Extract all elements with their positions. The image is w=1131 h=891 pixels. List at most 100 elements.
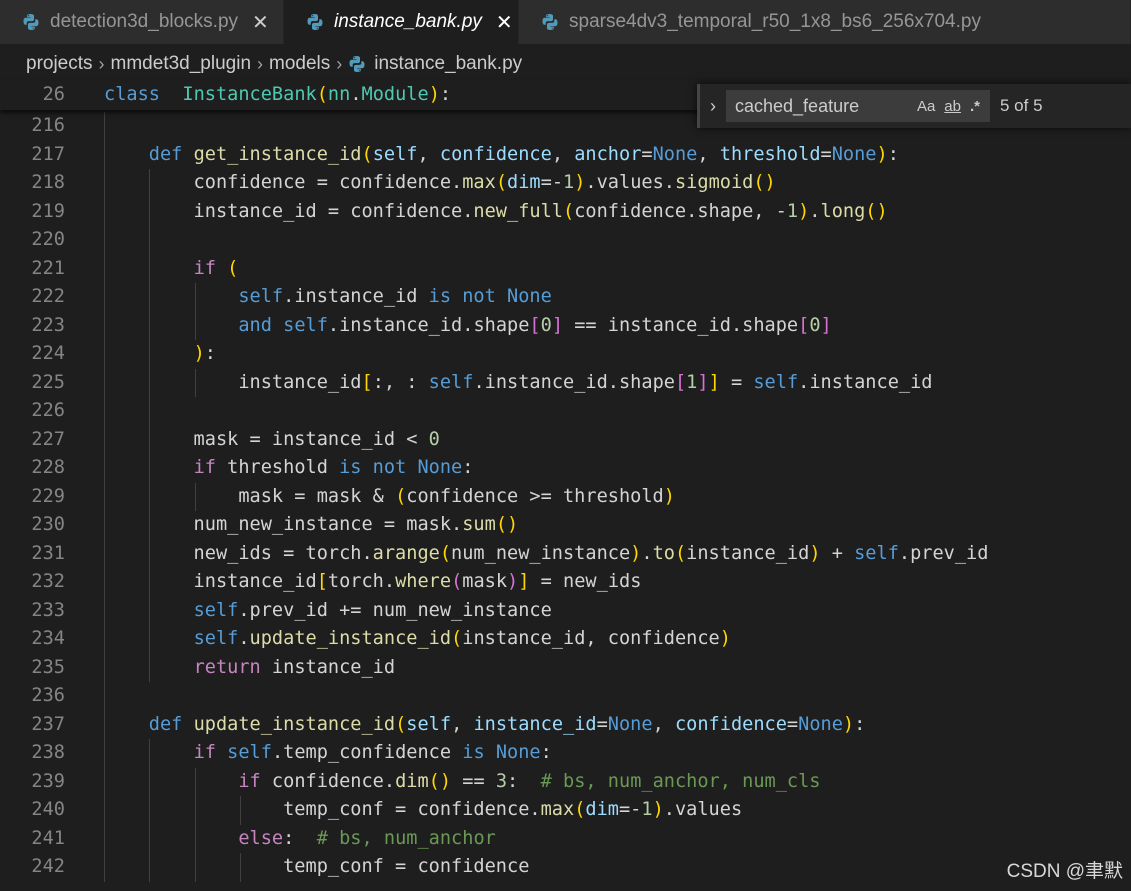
code-text: and self.instance_id.shape[0] == instanc… (238, 314, 832, 336)
tab-detection3d-blocks[interactable]: detection3d_blocks.py ✕ (0, 0, 284, 44)
code-line[interactable]: 238 if self.temp_confidence is None: (0, 739, 1131, 768)
code-text: num_new_instance = mask.sum() (104, 514, 519, 535)
close-icon[interactable]: ✕ (252, 10, 269, 35)
code-line[interactable]: 230 num_new_instance = mask.sum() (0, 511, 1131, 540)
code-line[interactable]: 232 instance_id[torch.where(mask)] = new… (0, 568, 1131, 597)
line-number: 222 (31, 286, 65, 307)
code-text: self.instance_id is not None (238, 286, 552, 307)
code-text: new_ids = torch.arange(num_new_instance)… (104, 542, 989, 564)
line-number: 230 (31, 514, 65, 535)
code-line[interactable]: 236 (0, 682, 1131, 711)
line-number: 242 (31, 856, 65, 877)
code-line[interactable]: 224 ): (0, 340, 1131, 369)
code-line[interactable]: 234 self.update_instance_id(instance_id,… (0, 625, 1131, 654)
code-text: confidence = confidence.max(dim=-1).valu… (104, 172, 776, 193)
use-regex-icon[interactable]: .* (970, 98, 980, 115)
line-number: 232 (31, 571, 65, 592)
code-text: if confidence.dim() == 3: # bs, num_anch… (238, 770, 821, 792)
code-text: mask = instance_id < 0 (104, 428, 440, 450)
code-line[interactable]: 217 def get_instance_id(self, confidence… (0, 140, 1131, 169)
chevron-right-icon: › (336, 53, 343, 74)
indent-guide (104, 397, 105, 426)
tab-label: sparse4dv3_temporal_r50_1x8_bs6_256x704.… (569, 11, 981, 32)
code-text: def get_instance_id(self, confidence, an… (148, 143, 899, 165)
line-number: 228 (31, 457, 65, 478)
line-number: 237 (31, 713, 65, 735)
tab-label: instance_bank.py (334, 11, 482, 32)
match-whole-word-icon[interactable]: ab (944, 98, 961, 115)
breadcrumb-item-mmdet3d-plugin[interactable]: mmdet3d_plugin (111, 53, 251, 75)
close-icon[interactable]: ✕ (496, 10, 513, 35)
code-line[interactable]: 223 and self.instance_id.shape[0] == ins… (0, 311, 1131, 340)
indent-guide (149, 397, 151, 426)
breadcrumb-file-label: instance_bank.py (374, 53, 523, 74)
line-number: 227 (31, 428, 65, 450)
python-file-icon (22, 13, 40, 31)
indent-guide (149, 226, 151, 255)
code-text: mask = mask & (confidence >= threshold) (104, 485, 675, 507)
line-number: 235 (31, 656, 65, 678)
python-file-icon (348, 55, 366, 73)
line-number: 224 (31, 343, 65, 364)
code-text: if ( (193, 257, 239, 279)
code-text: self.update_instance_id(instance_id, con… (193, 628, 731, 649)
code-text: if self.temp_confidence is None: (193, 742, 552, 763)
line-number: 239 (31, 770, 65, 792)
line-number: 234 (31, 628, 65, 649)
line-number: 231 (31, 542, 65, 564)
code-text: instance_id[torch.where(mask)] = new_ids (104, 571, 642, 592)
code-editor[interactable]: 26 class InstanceBank(nn.Module): 216 217 d… (0, 81, 1131, 891)
code-line[interactable]: 237 def update_instance_id(self, instanc… (0, 710, 1131, 739)
find-match-count: 5 of 5 (1000, 96, 1043, 115)
tab-instance-bank[interactable]: instance_bank.py ✕ (284, 0, 519, 44)
line-number: 220 (31, 229, 65, 250)
code-text: instance_id = confidence.new_full(confid… (104, 200, 888, 222)
code-line[interactable]: 233 self.prev_id += num_new_instance (0, 596, 1131, 625)
tab-label: detection3d_blocks.py (50, 11, 239, 32)
match-case-icon[interactable]: Aa (917, 98, 935, 115)
code-line[interactable]: 227 mask = instance_id < 0 (0, 425, 1131, 454)
code-text: instance_id[:, : self.instance_id.shape[… (104, 371, 933, 393)
code-text: if threshold is not None: (193, 457, 474, 478)
line-number: 216 (31, 115, 65, 136)
breadcrumb: projects › mmdet3d_plugin › models › ins… (0, 44, 1131, 84)
indent-guide (104, 226, 105, 255)
breadcrumb-item-models[interactable]: models (269, 53, 330, 75)
code-text: ): (193, 343, 216, 364)
code-line[interactable]: 235 return instance_id (0, 653, 1131, 682)
code-line[interactable]: 228 if threshold is not None: (0, 454, 1131, 483)
line-number: 217 (31, 143, 65, 165)
code-line[interactable]: 219 instance_id = confidence.new_full(co… (0, 197, 1131, 226)
line-number: 226 (31, 400, 65, 421)
find-widget: › cached_feature Aa ab .* 5 of 5 (697, 84, 1131, 128)
breadcrumb-item-file[interactable]: instance_bank.py (348, 53, 522, 75)
watermark: CSDN @聿默 (1006, 861, 1123, 882)
line-number: 240 (31, 799, 65, 820)
code-line[interactable]: 225 instance_id[:, : self.instance_id.sh… (0, 368, 1131, 397)
code-text: else: # bs, num_anchor (238, 827, 496, 849)
code-text: class InstanceBank(nn.Module): (104, 84, 452, 105)
code-line[interactable]: 218 confidence = confidence.max(dim=-1).… (0, 169, 1131, 198)
code-text: temp_conf = confidence.max(dim=-1).value… (104, 799, 743, 820)
code-line[interactable]: 240 temp_conf = confidence.max(dim=-1).v… (0, 796, 1131, 825)
code-line[interactable]: 241 else: # bs, num_anchor (0, 824, 1131, 853)
code-line[interactable]: 242 temp_conf = confidence (0, 853, 1131, 882)
tab-sparse4dv3-config[interactable]: sparse4dv3_temporal_r50_1x8_bs6_256x704.… (519, 0, 1131, 44)
find-input[interactable]: cached_feature Aa ab .* (726, 90, 990, 122)
code-line[interactable]: 229 mask = mask & (confidence >= thresho… (0, 482, 1131, 511)
chevron-right-icon: › (257, 53, 264, 74)
line-number: 26 (42, 84, 65, 105)
code-line[interactable]: 222 self.instance_id is not None (0, 283, 1131, 312)
code-line[interactable]: 231 new_ids = torch.arange(num_new_insta… (0, 539, 1131, 568)
code-line[interactable]: 220 (0, 226, 1131, 255)
line-number: 229 (31, 485, 65, 507)
python-file-icon (306, 13, 324, 31)
code-line[interactable]: 221 if ( (0, 254, 1131, 283)
code-text: def update_instance_id(self, instance_id… (148, 713, 866, 735)
code-text: temp_conf = confidence (104, 856, 530, 877)
line-number: 238 (31, 742, 65, 763)
code-line[interactable]: 226 (0, 397, 1131, 426)
breadcrumb-item-projects[interactable]: projects (26, 53, 93, 75)
toggle-replace-chevron-icon[interactable]: › (700, 96, 726, 117)
code-line[interactable]: 239 if confidence.dim() == 3: # bs, num_… (0, 767, 1131, 796)
